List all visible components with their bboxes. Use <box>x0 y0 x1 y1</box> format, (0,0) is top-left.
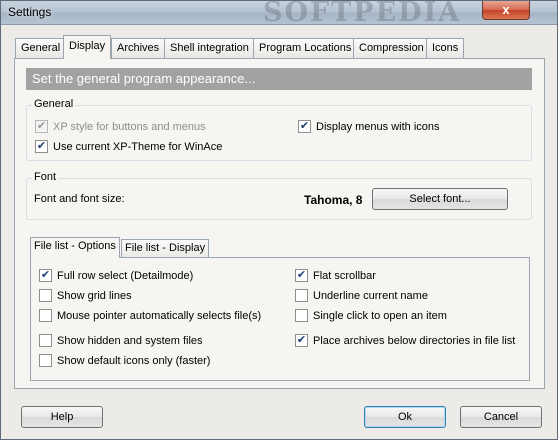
tab-general[interactable]: General <box>15 38 67 58</box>
tab-shell-integration[interactable]: Shell integration <box>164 38 255 58</box>
menus-icons-label: Display menus with icons <box>316 121 440 133</box>
tab-file-list-options[interactable]: File list - Options <box>30 237 120 258</box>
default-icons-checkbox[interactable] <box>39 354 52 367</box>
use-theme-label: Use current XP-Theme for WinAce <box>53 141 223 153</box>
general-group-label: General <box>32 98 76 110</box>
font-caption: Font and font size: <box>34 193 125 205</box>
window-title: Settings <box>8 5 52 19</box>
grid-lines-checkbox[interactable] <box>39 289 52 302</box>
select-font-button[interactable]: Select font... <box>372 188 508 210</box>
flat-scrollbar-label: Flat scrollbar <box>313 270 376 282</box>
full-row-label: Full row select (Detailmode) <box>57 270 194 282</box>
settings-window: Settings SOFTPEDIA x General Display Arc… <box>0 0 558 440</box>
mouse-pointer-label: Mouse pointer automatically selects file… <box>57 310 262 322</box>
softpedia-watermark: SOFTPEDIA <box>263 0 462 28</box>
display-tab-panel: Set the general program appearance... Ge… <box>14 58 545 389</box>
tab-compression[interactable]: Compression <box>353 38 430 58</box>
general-group: General ✔ XP style for buttons and menus… <box>26 98 532 161</box>
tab-display[interactable]: Display <box>63 35 112 59</box>
use-theme-checkbox[interactable]: ✔ <box>35 140 48 153</box>
hidden-files-checkbox[interactable] <box>39 334 52 347</box>
archives-below-label: Place archives below directories in file… <box>313 335 516 347</box>
file-list-options-panel: ✔ Full row select (Detailmode) Show grid… <box>30 257 530 381</box>
xp-style-checkbox[interactable]: ✔ <box>35 120 48 133</box>
archives-below-checkbox[interactable]: ✔ <box>295 334 308 347</box>
default-icons-label: Show default icons only (faster) <box>57 355 211 367</box>
flat-scrollbar-checkbox[interactable]: ✔ <box>295 269 308 282</box>
mouse-pointer-checkbox[interactable] <box>39 309 52 322</box>
ok-button[interactable]: Ok <box>364 406 446 428</box>
hidden-files-label: Show hidden and system files <box>57 335 203 347</box>
tab-archives[interactable]: Archives <box>111 38 166 58</box>
full-row-checkbox[interactable]: ✔ <box>39 269 52 282</box>
help-button[interactable]: Help <box>21 406 103 428</box>
cancel-button[interactable]: Cancel <box>460 406 542 428</box>
single-click-checkbox[interactable] <box>295 309 308 322</box>
single-click-label: Single click to open an item <box>313 310 447 322</box>
grid-lines-label: Show grid lines <box>57 290 132 302</box>
underline-checkbox[interactable] <box>295 289 308 302</box>
xp-style-label: XP style for buttons and menus <box>53 121 206 133</box>
font-group-label: Font <box>32 171 59 183</box>
menus-icons-checkbox[interactable]: ✔ <box>298 120 311 133</box>
section-banner: Set the general program appearance... <box>26 68 532 90</box>
tab-program-locations[interactable]: Program Locations <box>253 38 358 58</box>
font-group: Font Font and font size: Tahoma, 8 Selec… <box>26 171 532 220</box>
title-bar[interactable]: Settings SOFTPEDIA x <box>1 0 557 28</box>
tab-icons[interactable]: Icons <box>426 38 465 58</box>
font-value: Tahoma, 8 <box>304 193 363 207</box>
tab-file-list-display[interactable]: File list - Display <box>121 239 210 258</box>
underline-label: Underline current name <box>313 290 428 302</box>
close-button[interactable]: x <box>482 1 530 20</box>
